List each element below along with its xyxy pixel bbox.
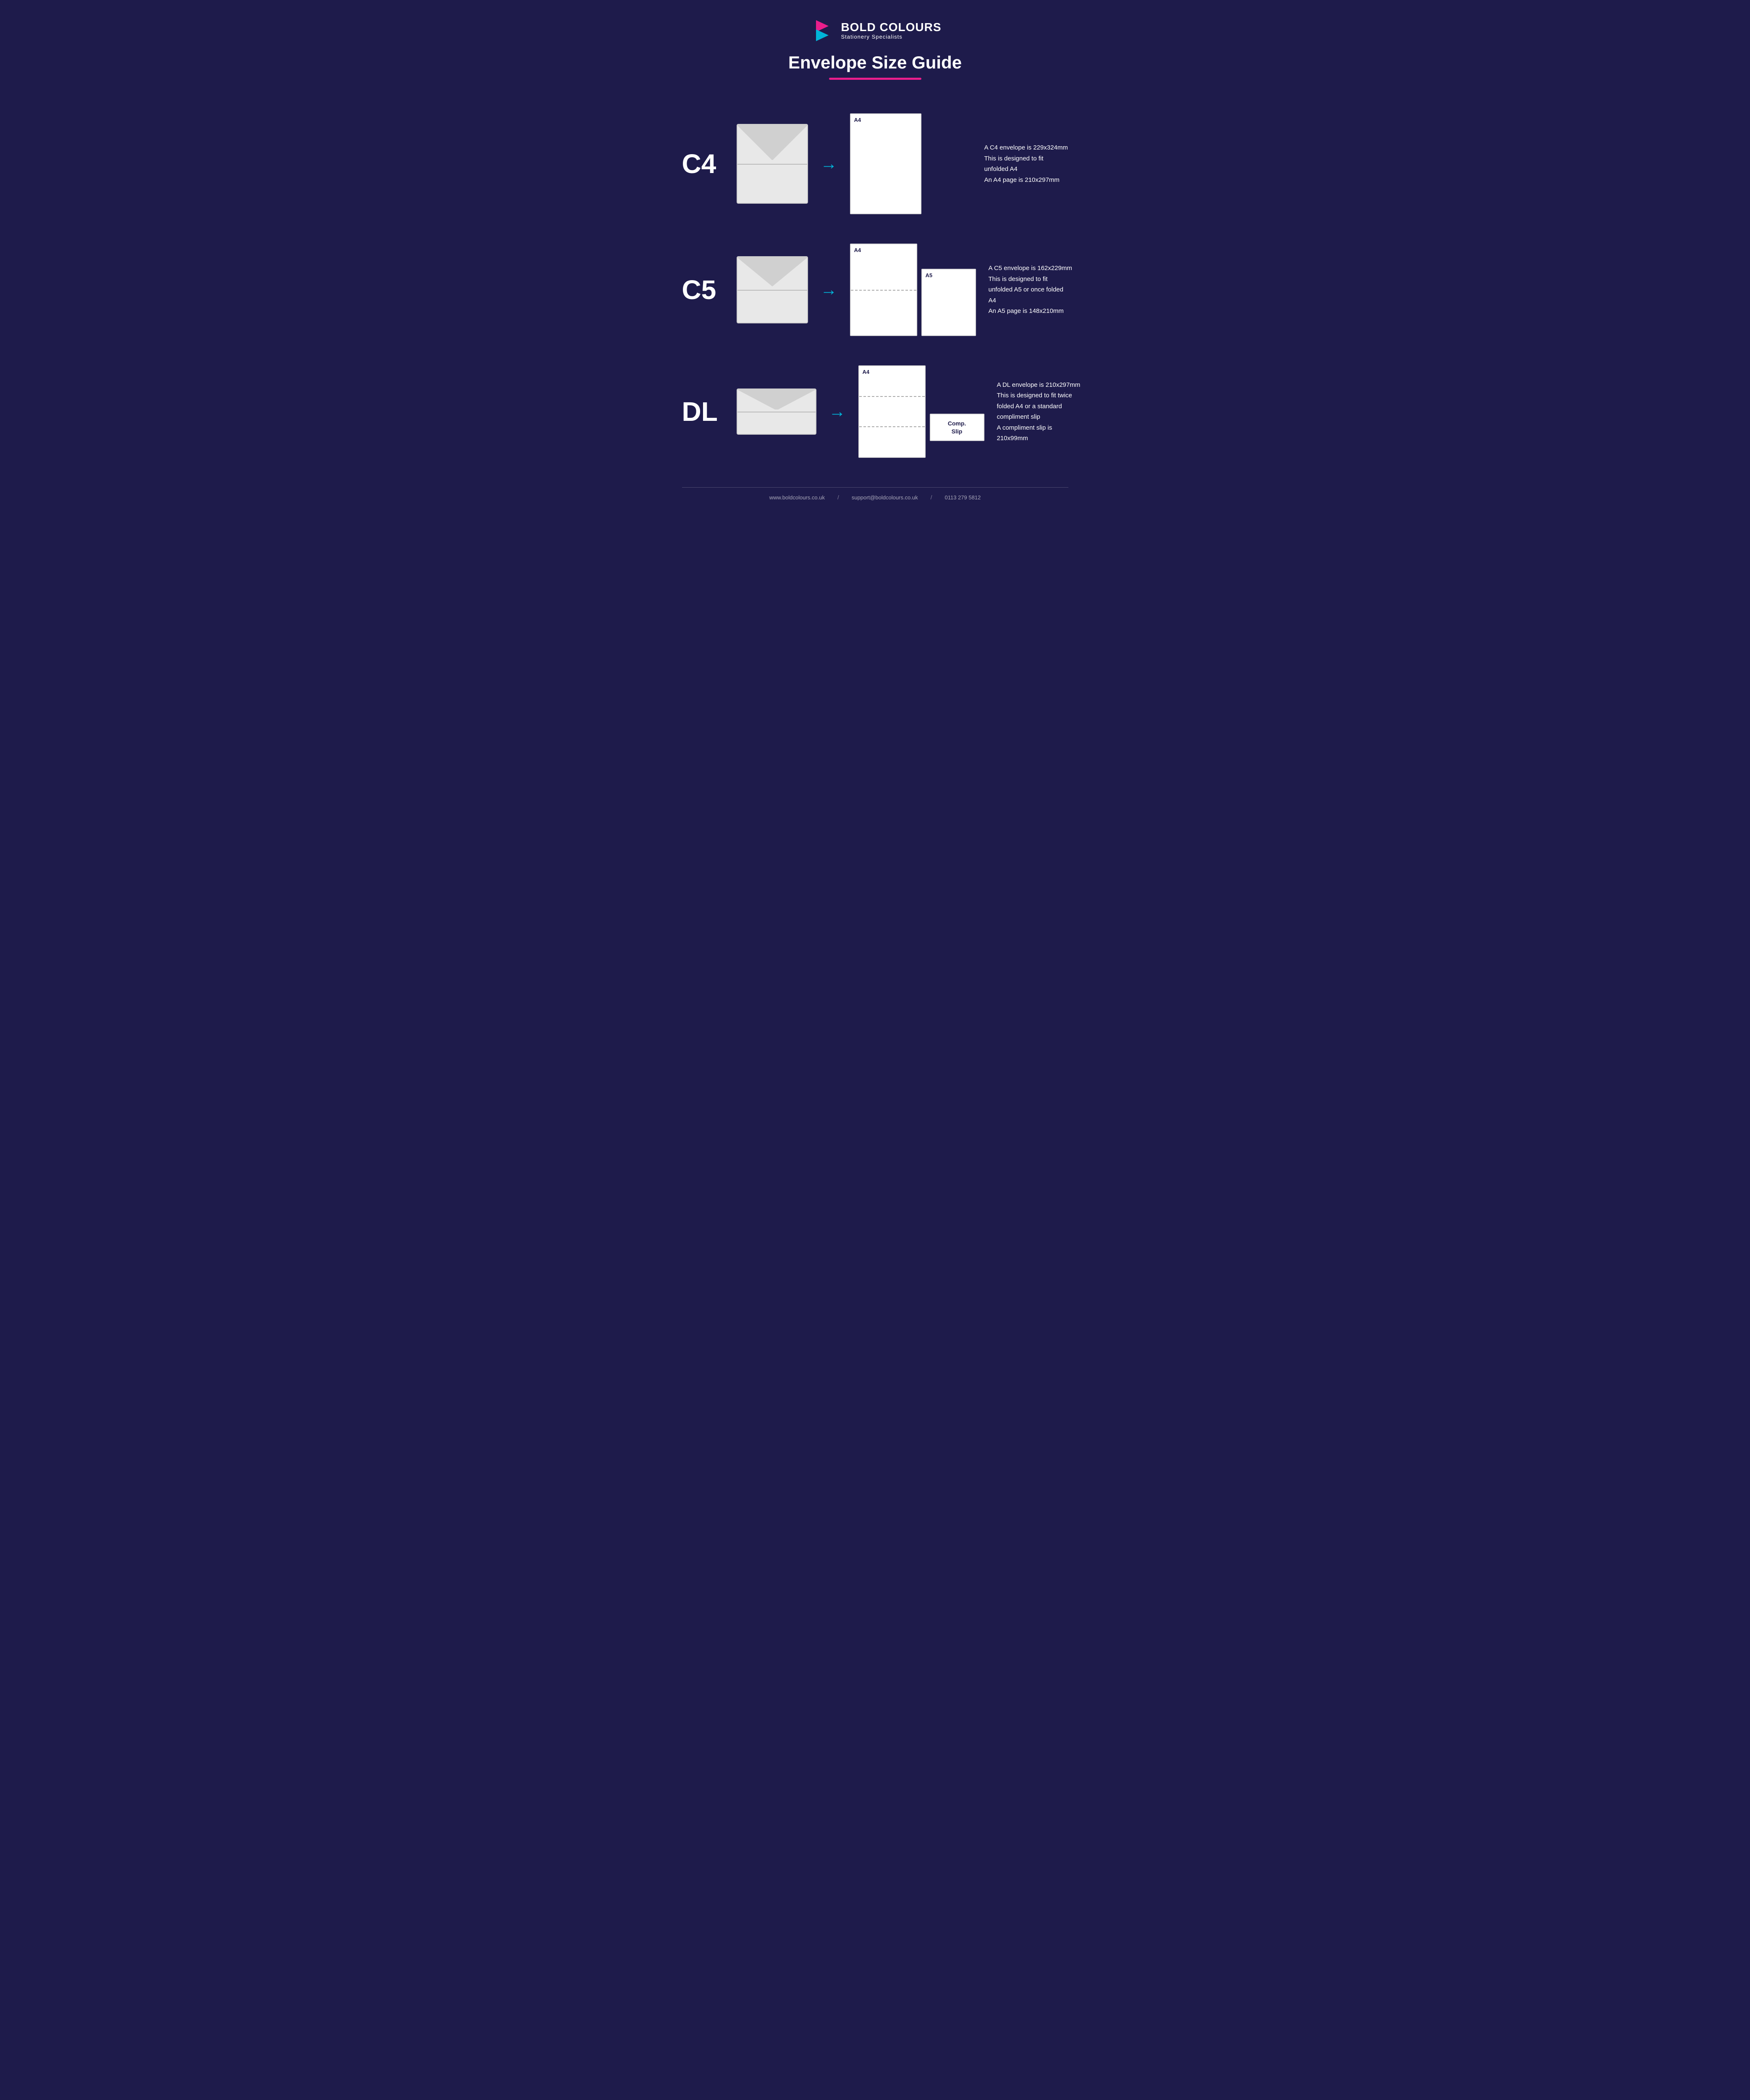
c5-label: C5 [682, 274, 737, 305]
c5-fold-line [851, 290, 916, 291]
dl-fold-line-2 [859, 426, 925, 427]
logo-area: BOLD COLOURS Stationery Specialists [808, 17, 941, 44]
dl-envelope-shape [737, 388, 816, 435]
dl-label: DL [682, 396, 737, 427]
c5-arrow-icon: → [821, 281, 837, 299]
logo-icon [808, 17, 836, 44]
header: BOLD COLOURS Stationery Specialists Enve… [682, 17, 1068, 101]
footer-phone: 0113 279 5812 [945, 494, 981, 501]
c4-a4-paper: A4 [850, 113, 921, 214]
c5-flap [737, 257, 807, 286]
footer-website: www.boldcolours.co.uk [769, 494, 825, 501]
logo-subtitle: Stationery Specialists [841, 34, 941, 40]
footer: www.boldcolours.co.uk / support@boldcolo… [682, 487, 1068, 501]
title-underline [829, 78, 921, 80]
c4-paper-container: A4 [850, 113, 921, 214]
c4-section: C4 → A4 A C4 envelope is 229x324mm This … [682, 113, 1068, 214]
dl-comp-paper: Comp.Slip [930, 414, 984, 441]
footer-email: support@boldcolours.co.uk [852, 494, 918, 501]
dl-a4-paper: A4 [858, 365, 926, 458]
c4-envelope-shape [737, 124, 808, 204]
c5-envelope-shape [737, 256, 808, 323]
dl-comp-label: Comp.Slip [948, 420, 966, 435]
footer-divider-1: / [837, 494, 839, 501]
page-title: Envelope Size Guide [788, 52, 962, 73]
c5-diagram: → A4 A5 [737, 244, 976, 336]
dl-fold-line-1 [859, 396, 925, 397]
logo-brand: BOLD COLOURS [841, 21, 941, 34]
c4-description: A C4 envelope is 229x324mm This is desig… [984, 142, 1068, 185]
c5-a4-label: A4 [854, 247, 861, 253]
dl-diagram: → A4 Comp.Slip [737, 365, 984, 458]
c5-a5-label: A5 [926, 272, 933, 278]
c5-a4-paper: A4 [850, 244, 917, 336]
dl-flap [737, 389, 816, 410]
c5-a5-paper: A5 [921, 269, 976, 336]
c5-description: A C5 envelope is 162x229mm This is desig… [989, 263, 1073, 317]
page: BOLD COLOURS Stationery Specialists Enve… [665, 0, 1085, 513]
c4-flap [737, 125, 807, 160]
c4-diagram: → A4 [737, 113, 972, 214]
dl-paper-container: A4 Comp.Slip [858, 365, 984, 458]
dl-a4-label: A4 [863, 369, 870, 375]
dl-arrow-icon: → [829, 402, 846, 421]
dl-section: DL → A4 Comp.Slip [682, 365, 1068, 458]
logo-text: BOLD COLOURS Stationery Specialists [841, 21, 941, 40]
c5-paper-container: A4 A5 [850, 244, 976, 336]
c4-arrow-icon: → [821, 155, 837, 173]
c4-a4-label: A4 [854, 117, 861, 123]
c4-label: C4 [682, 148, 737, 179]
c5-section: C5 → A4 A5 A C5 envelope is [682, 244, 1068, 336]
footer-divider-2: / [931, 494, 932, 501]
dl-description: A DL envelope is 210x297mm This is desig… [997, 380, 1081, 444]
